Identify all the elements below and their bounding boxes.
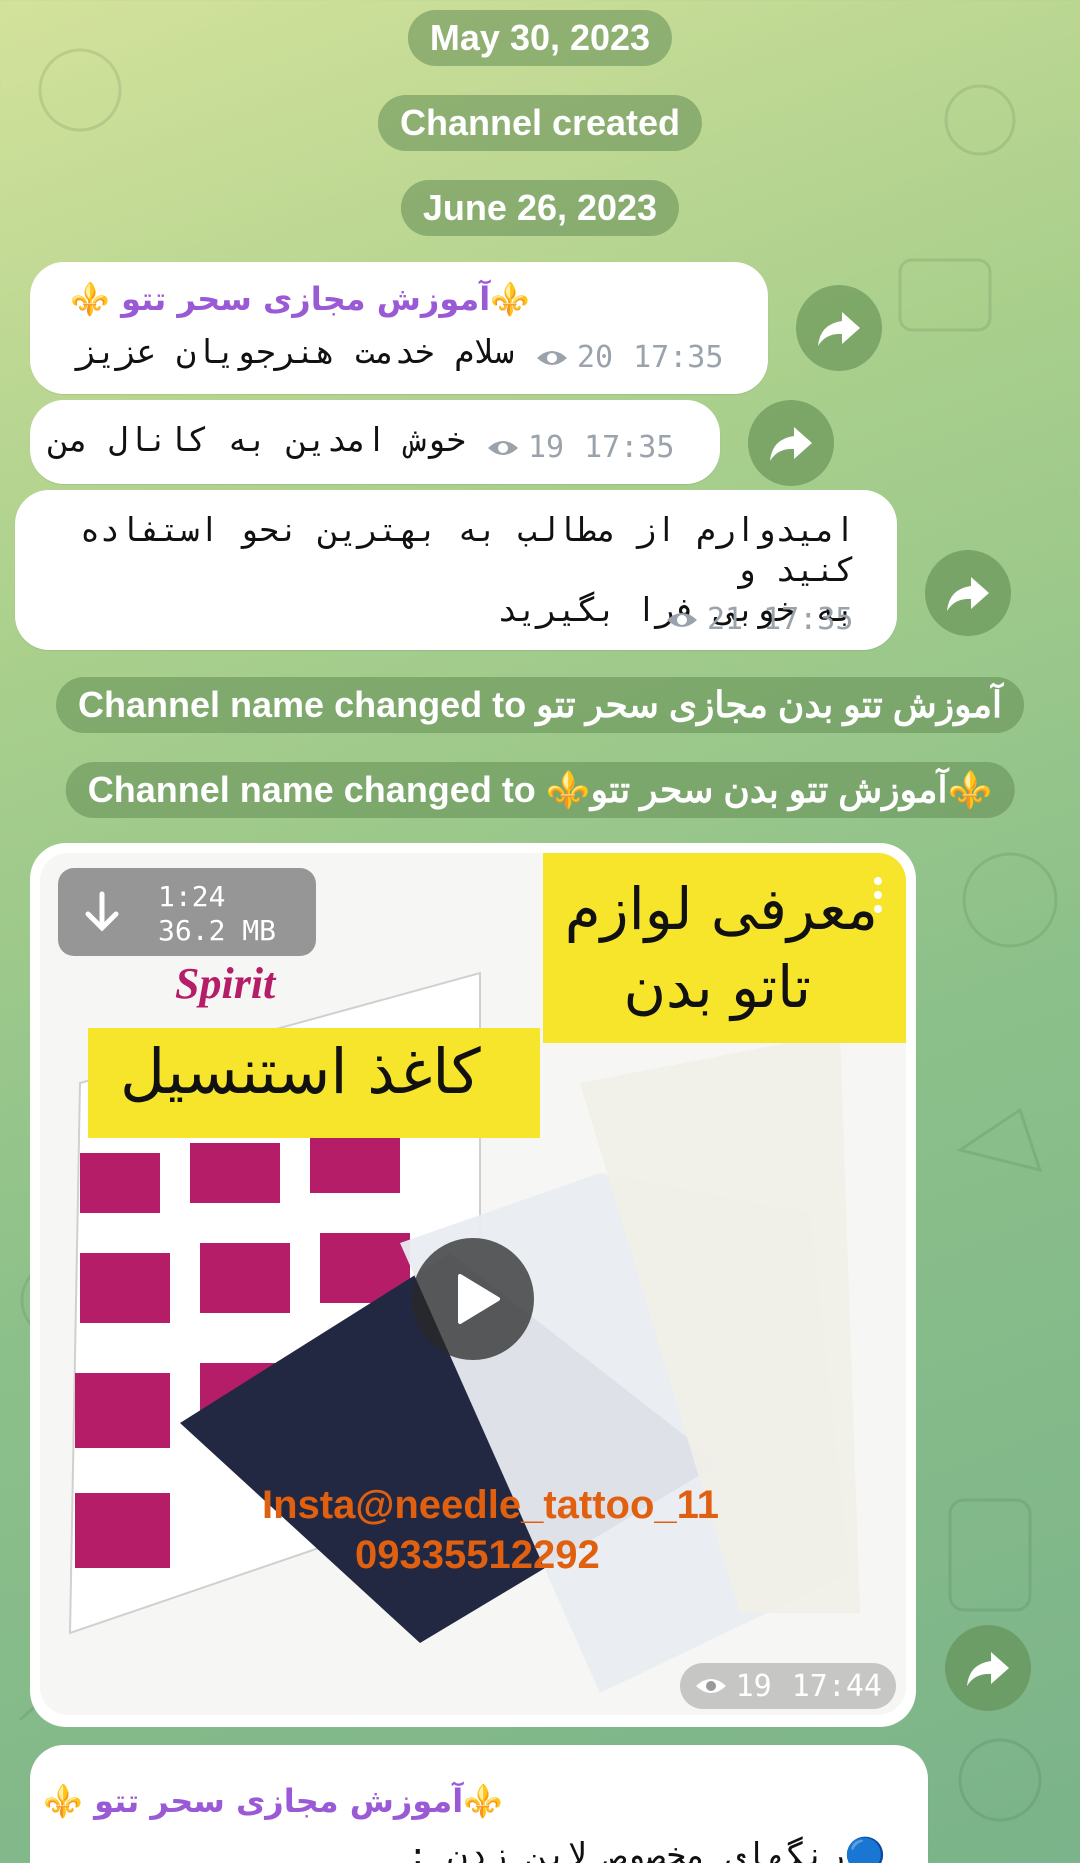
message-time: 17:35 xyxy=(633,340,724,375)
message-text: خوش امدین به کانال من xyxy=(48,420,466,459)
channel-created-notice: Channel created xyxy=(377,95,703,151)
phone-number: 09335512292 xyxy=(355,1533,600,1577)
brand-logo: Spirit xyxy=(175,959,276,1008)
message-time: 17:44 xyxy=(791,1668,882,1704)
view-count: 21 xyxy=(707,602,744,637)
kebab-menu-icon[interactable] xyxy=(874,877,884,919)
date-separator: May 30, 2023 xyxy=(407,10,673,66)
video-info: 1:24 36.2 MB xyxy=(158,880,276,948)
video-headline: معرفی لوازم xyxy=(564,875,878,943)
message-bubble[interactable]: امیدوارم از مطالب به بهترین نحو استفاده … xyxy=(15,490,897,650)
message-meta: 21 17:35 xyxy=(665,602,853,637)
play-icon xyxy=(458,1274,500,1324)
eye-icon xyxy=(488,440,518,455)
share-arrow-icon xyxy=(770,427,812,461)
download-arrow-icon xyxy=(85,891,119,932)
view-count: 19 xyxy=(735,1668,772,1704)
date-separator: June 26, 2023 xyxy=(400,180,680,236)
message-time: 17:35 xyxy=(584,430,675,465)
share-arrow-icon xyxy=(967,1652,1009,1686)
message-text: 🔵رنگهای مخصوص لاین زدن : xyxy=(407,1835,886,1863)
eye-icon xyxy=(667,612,697,627)
video-duration: 1:24 xyxy=(158,880,226,913)
channel-renamed-notice: Channel name changed to ⚜️آموزش تتو بدن … xyxy=(65,762,1015,818)
message-bubble[interactable]: خوش امدین به کانال من 19 17:35 xyxy=(30,400,720,484)
view-count: 19 xyxy=(528,430,565,465)
share-button[interactable] xyxy=(748,400,834,486)
message-meta: 19 17:35 xyxy=(486,430,674,465)
stencil-label: کاغذ استنسیل xyxy=(120,1035,481,1108)
channel-renamed-notice: Channel name changed to آموزش تتو بدن مج… xyxy=(56,677,1024,733)
download-badge[interactable]: 1:24 36.2 MB xyxy=(58,868,316,956)
share-button[interactable] xyxy=(925,550,1011,636)
eye-icon xyxy=(537,350,567,365)
video-size: 36.2 MB xyxy=(158,914,277,947)
video-thumbnail[interactable]: معرفی لوازم تاتو بدن کاغذ استنسیل Spirit… xyxy=(40,853,906,1715)
instagram-handle: Insta@needle_tattoo_11 xyxy=(262,1483,719,1527)
video-meta: 19 17:44 xyxy=(679,1663,896,1709)
eye-icon xyxy=(695,1679,726,1693)
share-arrow-icon xyxy=(818,312,860,346)
message-time: 17:35 xyxy=(763,602,854,637)
message-bubble[interactable]: ⚜️آموزش مجازی سحر تتو ⚜️ سلام خدمت هنرجو… xyxy=(30,262,768,394)
video-message-bubble[interactable]: معرفی لوازم تاتو بدن کاغذ استنسیل Spirit… xyxy=(30,843,916,1727)
view-count: 20 xyxy=(577,340,614,375)
share-button[interactable] xyxy=(945,1625,1031,1711)
message-text: سلام خدمت هنرجویان عزیز xyxy=(76,332,514,371)
message-meta: 20 17:35 xyxy=(535,340,723,375)
channel-author-name[interactable]: ⚜️آموزش مجازی سحر تتو ⚜️ xyxy=(43,1782,503,1820)
channel-author-name[interactable]: ⚜️آموزش مجازی سحر تتو ⚜️ xyxy=(70,280,530,318)
video-headline-line2: تاتو بدن xyxy=(623,953,811,1021)
play-button[interactable] xyxy=(412,1238,534,1360)
share-arrow-icon xyxy=(947,577,989,611)
message-bubble[interactable]: ⚜️آموزش مجازی سحر تتو ⚜️ 🔵رنگهای مخصوص ل… xyxy=(30,1745,928,1863)
share-button[interactable] xyxy=(796,285,882,371)
